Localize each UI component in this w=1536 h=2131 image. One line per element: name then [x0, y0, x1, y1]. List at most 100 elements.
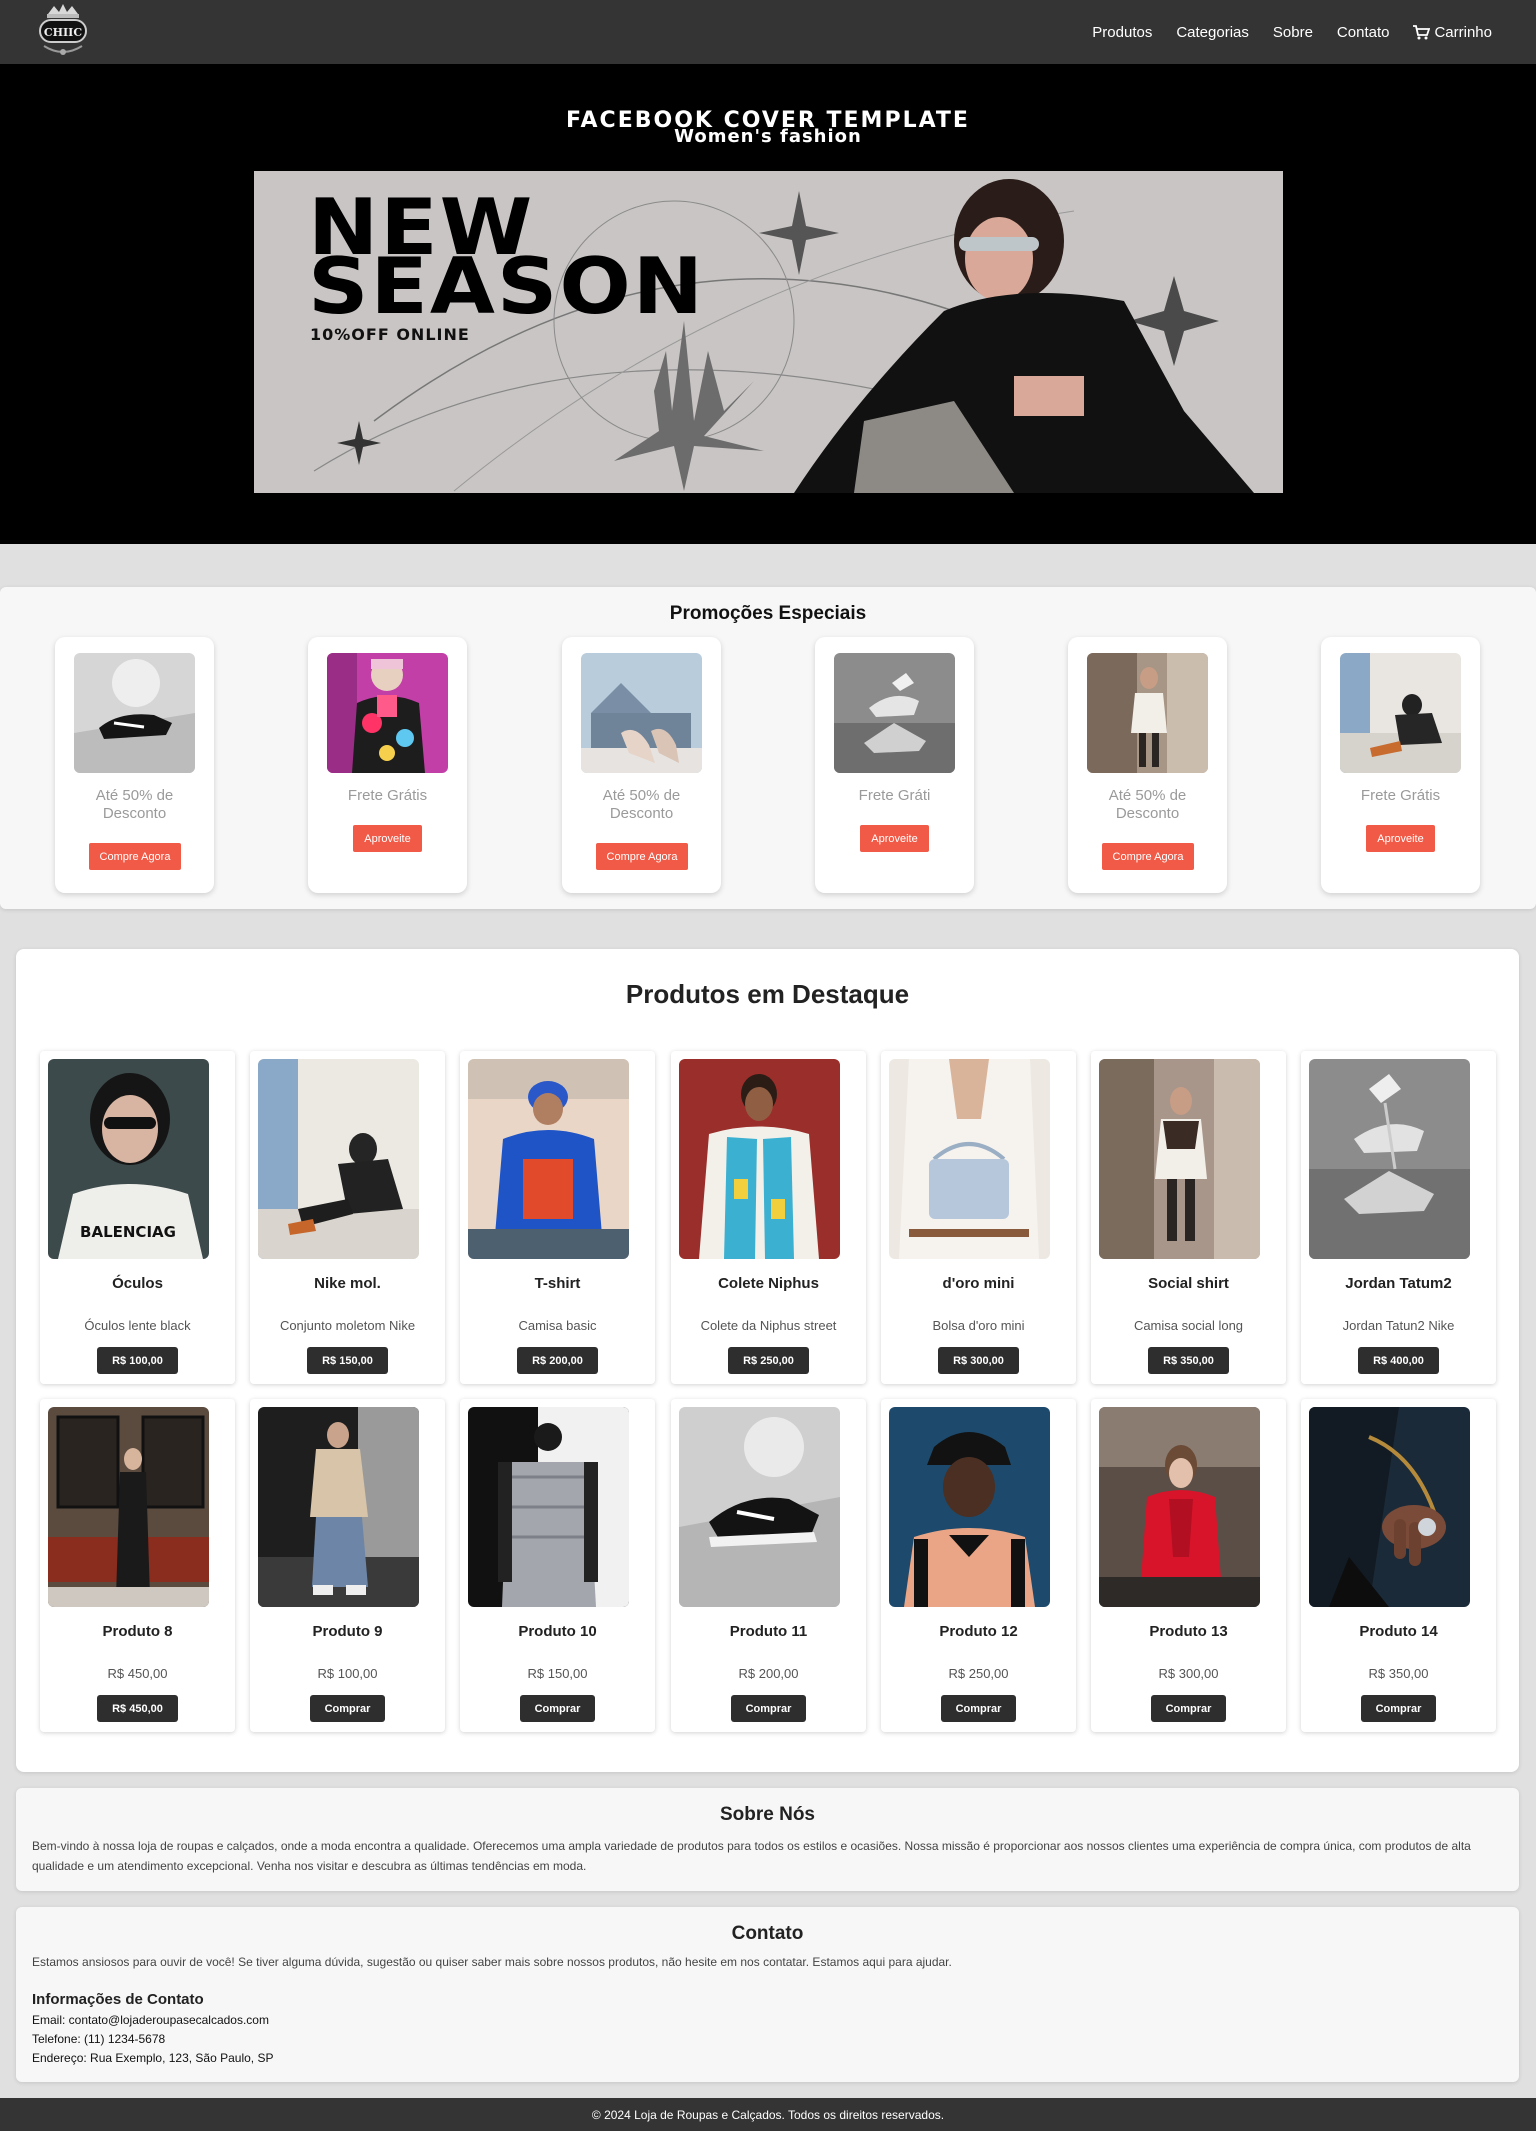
product-name: Óculos — [112, 1275, 163, 1292]
crown-logo-icon: CHIIC — [39, 4, 87, 55]
product-price: R$ 100,00 — [317, 1666, 378, 1681]
product-name: Social shirt — [1148, 1275, 1229, 1292]
footer-copyright: © 2024 Loja de Roupas e Calçados. Todos … — [591, 2107, 945, 2122]
about-text: Bem-vindo à nossa loja de roupas e calça… — [32, 1839, 1471, 1873]
promo-image-colorful-jacket — [327, 653, 448, 773]
product-description: Camisa social long — [1133, 1318, 1244, 1333]
promo-image-moletom — [1340, 653, 1461, 773]
product-price-button[interactable]: R$ 100,00 — [97, 1347, 178, 1374]
comprar-button[interactable]: Comprar — [1361, 1695, 1436, 1722]
nav-link-carrinho[interactable]: Carrinho — [1413, 24, 1492, 41]
product-name: Produto 12 — [939, 1623, 1018, 1640]
footer: © 2024 Loja de Roupas e Calçados. Todos … — [0, 2098, 1536, 2131]
promo-card: Frete Grátis Aproveite — [1321, 637, 1480, 893]
product-name: Colete Niphus — [718, 1275, 819, 1292]
promo-image-jordan — [834, 653, 955, 773]
product-name: Produto 8 — [102, 1623, 173, 1640]
product-image-oculos: BALENCIAG — [48, 1059, 209, 1259]
product-price-button[interactable]: R$ 300,00 — [938, 1347, 1019, 1374]
product-price-button[interactable]: R$ 350,00 — [1148, 1347, 1229, 1374]
contact-section: Contato Estamos ansiosos para ouvir de v… — [16, 1907, 1519, 2082]
product-image-tshirt — [468, 1059, 629, 1259]
contact-phone: Telefone: (11) 1234-5678 — [32, 2032, 166, 2046]
product-image-jordan — [1309, 1059, 1470, 1259]
product-description: Bolsa d'oro mini — [932, 1318, 1025, 1333]
product-image-produto-9 — [258, 1407, 419, 1607]
product-card: Produto 14 R$ 350,00 Comprar — [1301, 1399, 1496, 1732]
comprar-button[interactable]: Comprar — [941, 1695, 1016, 1722]
product-card: T-shirt Camisa basic R$ 200,00 — [460, 1051, 655, 1384]
hero-subtitle: Women's fashion — [674, 126, 862, 147]
promo-text: Frete Grátis — [1360, 787, 1441, 804]
product-price-button[interactable]: R$ 150,00 — [307, 1347, 388, 1374]
promo-image-heels — [581, 653, 702, 773]
contact-info-title: Informações de Contato — [32, 1991, 204, 2008]
product-name: T-shirt — [534, 1275, 581, 1292]
svg-text:BALENCIAG: BALENCIAG — [80, 1223, 176, 1241]
nav-link-produtos[interactable]: Produtos — [1092, 24, 1152, 41]
product-card: Produto 9 R$ 100,00 Comprar — [250, 1399, 445, 1732]
product-image-produto-10 — [468, 1407, 629, 1607]
svg-text:CHIIC: CHIIC — [44, 26, 82, 39]
promo-image-social-shirt — [1087, 653, 1208, 773]
brand-logo[interactable]: CHIIC — [34, 2, 92, 62]
comprar-button[interactable]: Comprar — [310, 1695, 385, 1722]
product-name: Produto 9 — [312, 1623, 383, 1640]
promo-compre-agora-button[interactable]: Compre Agora — [89, 843, 181, 870]
promo-aproveite-button[interactable]: Aproveite — [353, 825, 422, 852]
comprar-button[interactable]: Comprar — [731, 1695, 806, 1722]
product-price: R$ 450,00 — [107, 1666, 168, 1681]
promotions-section: Promoções Especiais Até 50% de Desconto … — [0, 587, 1536, 909]
product-description: Conjunto moletom Nike — [279, 1318, 416, 1333]
product-image-produto-13 — [1099, 1407, 1260, 1607]
promo-image-sneaker — [74, 653, 195, 773]
comprar-button[interactable]: Comprar — [520, 1695, 595, 1722]
promo-compre-agora-button[interactable]: Compre Agora — [1102, 843, 1194, 870]
product-description: Camisa basic — [518, 1318, 597, 1333]
product-image-produto-14 — [1309, 1407, 1470, 1607]
promo-aproveite-button[interactable]: Aproveite — [1366, 825, 1435, 852]
product-price: R$ 200,00 — [738, 1666, 799, 1681]
product-price-button[interactable]: R$ 400,00 — [1358, 1347, 1439, 1374]
product-card: Produto 10 R$ 150,00 Comprar — [460, 1399, 655, 1732]
promo-card: Frete Grátis Aproveite — [308, 637, 467, 893]
product-name: Produto 10 — [518, 1623, 597, 1640]
product-card: Produto 11 R$ 200,00 Comprar — [671, 1399, 866, 1732]
top-navbar: CHIIC Produtos Categorias Sobre Contato … — [0, 0, 1536, 64]
contact-title: Contato — [731, 1923, 804, 1944]
nav-link-categorias[interactable]: Categorias — [1176, 24, 1249, 41]
product-image-produto-8 — [48, 1407, 209, 1607]
featured-title: Produtos em Destaque — [625, 979, 910, 1009]
product-image-bolsa — [889, 1059, 1050, 1259]
product-description: Colete da Niphus street — [700, 1318, 837, 1333]
promo-aproveite-button[interactable]: Aproveite — [860, 825, 929, 852]
contact-email[interactable]: Email: contato@lojaderoupasecalcados.com — [32, 2013, 269, 2027]
promo-compre-agora-button[interactable]: Compre Agora — [596, 843, 688, 870]
product-image-social-shirt — [1099, 1059, 1260, 1259]
product-name: d'oro mini — [942, 1275, 1015, 1292]
banner-headline-line2: SEASON — [308, 241, 706, 332]
promotions-title: Promoções Especiais — [669, 603, 867, 624]
product-card: d'oro mini Bolsa d'oro mini R$ 300,00 — [881, 1051, 1076, 1384]
product-price-button[interactable]: R$ 450,00 — [97, 1695, 178, 1722]
product-description: Jordan Tatun2 Nike — [1342, 1318, 1455, 1333]
product-card: Produto 12 R$ 250,00 Comprar — [881, 1399, 1076, 1732]
comprar-button[interactable]: Comprar — [1151, 1695, 1226, 1722]
cart-label: Carrinho — [1434, 23, 1492, 41]
contact-intro: Estamos ansiosos para ouvir de você! Se … — [32, 1955, 952, 1969]
promo-text: Até 50% de Desconto — [1108, 787, 1187, 822]
nav-link-sobre[interactable]: Sobre — [1273, 24, 1313, 41]
hero-banner[interactable]: NEW SEASON 10%OFF ONLINE — [254, 171, 1283, 493]
nav-link-contato[interactable]: Contato — [1337, 24, 1390, 41]
featured-products-section: Produtos em Destaque BALENCIAG Óculos Óc… — [16, 949, 1519, 1772]
product-price-button[interactable]: R$ 250,00 — [728, 1347, 809, 1374]
product-price-button[interactable]: R$ 200,00 — [517, 1347, 598, 1374]
main-nav: Produtos Categorias Sobre Contato Carrin… — [1092, 0, 1492, 64]
product-name: Nike mol. — [314, 1275, 381, 1292]
promo-text: Frete Grátis — [347, 787, 428, 804]
product-price: R$ 350,00 — [1368, 1666, 1429, 1681]
product-card: Jordan Tatum2 Jordan Tatun2 Nike R$ 400,… — [1301, 1051, 1496, 1384]
product-price: R$ 300,00 — [1158, 1666, 1219, 1681]
promo-text: Até 50% de Desconto — [95, 787, 174, 822]
product-image-produto-12 — [889, 1407, 1050, 1607]
